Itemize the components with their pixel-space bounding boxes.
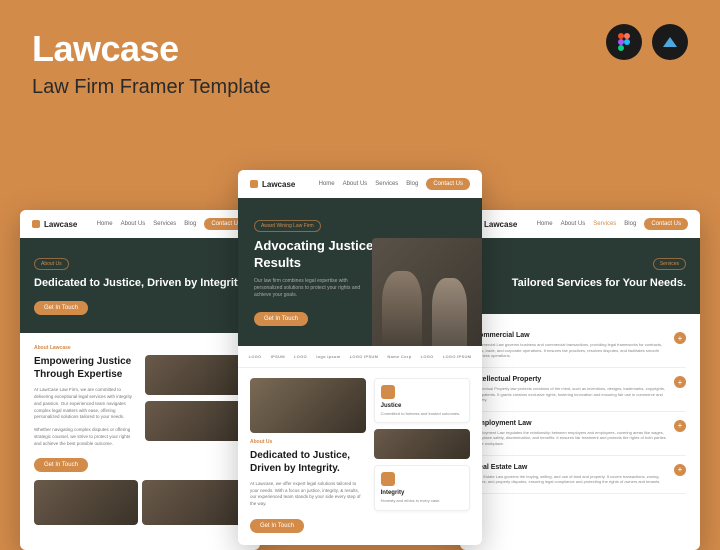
- contact-button[interactable]: Contact Us: [426, 178, 470, 190]
- section-pill: Award Wining Law Firm: [254, 220, 321, 232]
- get-in-touch-button[interactable]: Get In Touch: [34, 458, 88, 472]
- mockup-services-page: Lawcase Home About Us Services Blog Cont…: [460, 210, 700, 550]
- image-placeholder: [250, 378, 366, 433]
- get-in-touch-button[interactable]: Get In Touch: [34, 301, 88, 315]
- figma-icon: [606, 24, 642, 60]
- scales-icon: [381, 385, 395, 399]
- client-logos: LOGO IPSUM LOGO logo ipsum LOGO IPSUM Na…: [238, 346, 482, 368]
- nav-bar: Lawcase Home About Us Services Blog Cont…: [460, 210, 700, 238]
- body-text: At Lawcase, we offer expert legal soluti…: [250, 481, 366, 508]
- product-subtitle: Law Firm Framer Template: [32, 76, 688, 99]
- logo-item: LOGO: [249, 354, 262, 359]
- feature-title: Integrity: [381, 490, 463, 496]
- logo[interactable]: Lawcase: [250, 180, 295, 189]
- body-text: Whether navigating complex disputes or o…: [34, 427, 135, 447]
- expand-icon[interactable]: +: [674, 332, 686, 344]
- feature-body: Committed to fairness and trusted outcom…: [381, 411, 463, 417]
- image-placeholder: [145, 401, 246, 441]
- nav-link[interactable]: Services: [593, 221, 616, 227]
- section-label: About Lawcase: [34, 345, 246, 351]
- logo-item: LOGO: [421, 354, 434, 359]
- nav-link[interactable]: Home: [97, 221, 113, 227]
- nav-link[interactable]: Blog: [184, 221, 196, 227]
- mockup-area: Lawcase Home About Us Services Blog Cont…: [0, 155, 720, 550]
- service-title: Real Estate Law: [474, 464, 666, 471]
- section-title: Empowering Justice Through Expertise: [34, 355, 135, 381]
- service-title: Employment Law: [474, 420, 666, 427]
- service-title: Intellectual Property: [474, 376, 666, 383]
- logo-item: LOGO IPSUM: [350, 354, 379, 359]
- service-body: Commercial Law governs business and comm…: [474, 342, 666, 359]
- hero-section: About Us Dedicated to Justice, Driven by…: [20, 238, 260, 333]
- logo-item: IPSUM: [271, 354, 285, 359]
- feature-body: Honesty and ethics in every case.: [381, 498, 463, 504]
- hero-image: [372, 238, 482, 346]
- hero-section: Award Wining Law Firm Advocating Justice…: [238, 198, 482, 346]
- service-item[interactable]: Commercial Law Commercial Law governs bu…: [474, 324, 686, 368]
- feature-card: Justice Committed to fairness and truste…: [374, 378, 470, 424]
- image-placeholder: [145, 355, 246, 395]
- logo[interactable]: Lawcase: [32, 220, 77, 229]
- service-title: Commercial Law: [474, 332, 666, 339]
- expand-icon[interactable]: +: [674, 464, 686, 476]
- service-body: Intellectual Property law protects creat…: [474, 386, 666, 403]
- framer-icon: [652, 24, 688, 60]
- nav-link[interactable]: About Us: [121, 221, 146, 227]
- nav-link[interactable]: Blog: [624, 221, 636, 227]
- mockup-about-page: Lawcase Home About Us Services Blog Cont…: [20, 210, 260, 550]
- logo-item: LOGO: [294, 354, 307, 359]
- nav-bar: Lawcase Home About Us Services Blog Cont…: [20, 210, 260, 238]
- services-list: Commercial Law Commercial Law governs bu…: [460, 314, 700, 504]
- service-item[interactable]: Intellectual Property Intellectual Prope…: [474, 368, 686, 412]
- image-placeholder: [374, 429, 470, 459]
- nav-link[interactable]: Services: [153, 221, 176, 227]
- mockup-home-page: Lawcase Home About Us Services Blog Cont…: [238, 170, 482, 545]
- section-pill: About Us: [34, 258, 69, 270]
- get-in-touch-button[interactable]: Get In Touch: [250, 519, 304, 533]
- service-body: Employment Law regulates the relationshi…: [474, 430, 666, 447]
- nav-link[interactable]: About Us: [561, 221, 586, 227]
- nav-link[interactable]: About Us: [343, 181, 368, 187]
- hero-section: Services Tailored Services for Your Need…: [460, 238, 700, 314]
- shield-icon: [381, 472, 395, 486]
- product-title: Lawcase: [32, 28, 688, 70]
- about-content: About Lawcase Empowering Justice Through…: [20, 333, 260, 537]
- contact-button[interactable]: Contact Us: [644, 218, 688, 230]
- hero-subtitle: Our law firm combines legal expertise wi…: [254, 278, 374, 299]
- tool-icons: [606, 24, 688, 60]
- service-item[interactable]: Real Estate Law Real Estate Law governs …: [474, 456, 686, 494]
- nav-link[interactable]: Services: [375, 181, 398, 187]
- expand-icon[interactable]: +: [674, 420, 686, 432]
- about-section: About Us Dedicated to Justice, Driven by…: [238, 368, 482, 543]
- section-title: Dedicated to Justice, Driven by Integrit…: [250, 449, 366, 475]
- hero-title: Tailored Services for Your Needs.: [474, 276, 686, 290]
- image-placeholder: [34, 480, 138, 525]
- logo-item: logo ipsum: [316, 354, 340, 359]
- feature-title: Justice: [381, 403, 463, 409]
- nav-link[interactable]: Blog: [406, 181, 418, 187]
- get-in-touch-button[interactable]: Get In Touch: [254, 312, 308, 326]
- nav-link[interactable]: Home: [319, 181, 335, 187]
- feature-card: Integrity Honesty and ethics in every ca…: [374, 465, 470, 511]
- logo-item: Name Corp: [387, 354, 411, 359]
- service-item[interactable]: Employment Law Employment Law regulates …: [474, 412, 686, 456]
- logo-item: LOGO IPSUM: [443, 354, 472, 359]
- nav-link[interactable]: Home: [537, 221, 553, 227]
- nav-bar: Lawcase Home About Us Services Blog Cont…: [238, 170, 482, 198]
- expand-icon[interactable]: +: [674, 376, 686, 388]
- section-pill: Services: [653, 258, 686, 270]
- service-body: Real Estate Law governs the buying, sell…: [474, 474, 666, 485]
- section-label: About Us: [250, 439, 366, 445]
- image-placeholder: [142, 480, 246, 525]
- hero-title: Dedicated to Justice, Driven by Integrit…: [34, 276, 246, 290]
- body-text: At LawCase Law Firm, we are committed to…: [34, 387, 135, 421]
